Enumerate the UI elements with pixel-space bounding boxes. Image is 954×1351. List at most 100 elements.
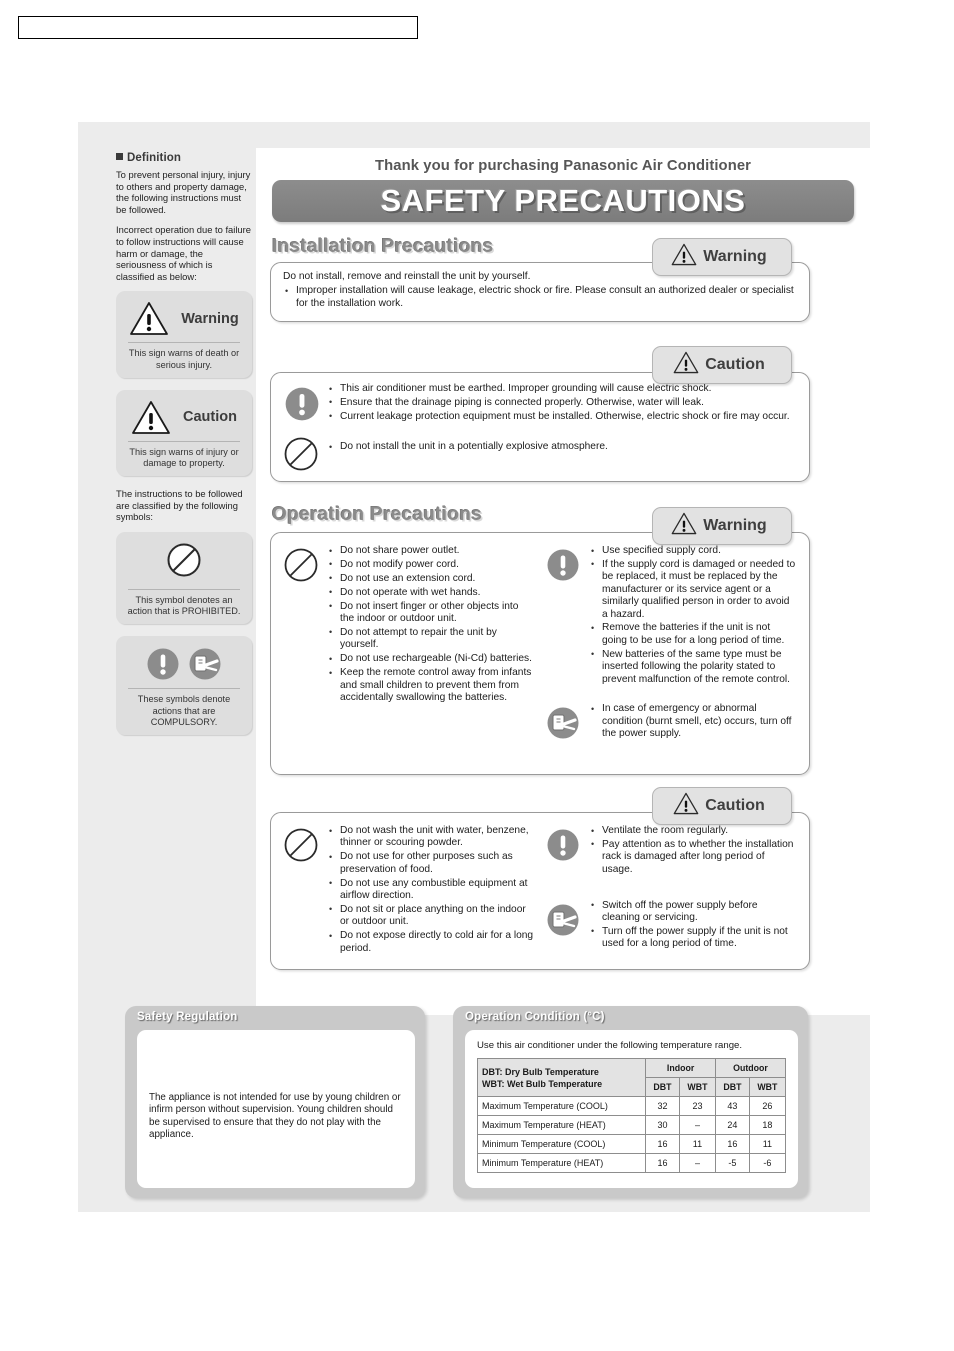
list-item: Do not operate with wet hands. (327, 586, 535, 599)
list-item: Current leakage protection equipment mus… (327, 410, 797, 423)
list-item: Ventilate the room regularly. (589, 824, 797, 837)
operation-warning-unplug-list: In case of emergency or abnormal conditi… (589, 703, 797, 742)
warning-triangle-icon (673, 792, 699, 820)
legend-prohibited-box: This symbol denotes an action that is PR… (116, 531, 252, 625)
operation-warning-unplug-row: In case of emergency or abnormal conditi… (545, 703, 797, 746)
page-title-text: SAFETY PRECAUTIONS (380, 183, 746, 218)
operation-warning-left-col: Do not share power outlet. Do not modify… (283, 544, 535, 746)
list-item: Do not expose directly to cold air for a… (327, 930, 535, 955)
row-label: Maximum Temperature (HEAT) (476, 1115, 647, 1135)
cell-value: 26 (748, 1096, 787, 1116)
cell-value: 18 (748, 1115, 787, 1135)
unplug-icon (545, 703, 589, 746)
list-item: Keep the remote control away from infant… (327, 667, 535, 704)
row-label: Minimum Temperature (HEAT) (476, 1153, 647, 1173)
table-subheader-indoor-wbt: WBT (678, 1077, 717, 1097)
operation-warning-compulsory-list: Use specified supply cord. If the supply… (589, 544, 797, 687)
list-item: Switch off the power supply before clean… (589, 899, 797, 925)
page-title: SAFETY PRECAUTIONS (272, 180, 854, 222)
list-item: If the supply cord is damaged or needed … (589, 558, 797, 621)
table-subheader-indoor-dbt: DBT (645, 1077, 680, 1097)
exclamation-circle-icon (145, 646, 181, 682)
top-form-field[interactable] (18, 16, 418, 39)
definition-line-1: DBT: Dry Bulb Temperature (482, 1066, 599, 1077)
operation-caution-prohibited-row: Do not wash the unit with water, benzene… (283, 825, 535, 957)
definition-heading: Definition (116, 152, 252, 164)
section-heading-operation: Operation Precautions (272, 504, 483, 525)
legend-compulsory-icon-row (122, 643, 246, 688)
divider (128, 440, 240, 442)
safety-regulation-heading: Safety Regulation (137, 1011, 238, 1023)
legend-warning-row: Warning (122, 298, 246, 342)
installation-caution-compulsory-list: This air conditioner must be earthed. Im… (327, 382, 797, 425)
table-definition-cell: DBT: Dry Bulb Temperature WBT: Wet Bulb … (476, 1058, 647, 1097)
cell-value: 11 (678, 1134, 717, 1154)
warning-triangle-icon (671, 512, 697, 540)
legend-caution-label: Caution (183, 409, 237, 426)
operation-warning-box: Do not share power outlet. Do not modify… (270, 532, 810, 775)
divider (128, 588, 240, 590)
cell-value: 32 (645, 1096, 680, 1116)
prohibited-icon (283, 825, 327, 868)
list-item: Do not use for other purposes such as pr… (327, 851, 535, 876)
operation-caution-box: Do not wash the unit with water, benzene… (270, 812, 810, 970)
cell-value: 30 (645, 1115, 680, 1135)
page-panel: Definition To prevent personal injury, i… (78, 122, 870, 1212)
definition-line-2: WBT: Wet Bulb Temperature (482, 1078, 603, 1089)
table-header-row: DBT: Dry Bulb Temperature WBT: Wet Bulb … (476, 1058, 786, 1097)
list-item: Do not sit or place anything on the indo… (327, 903, 535, 929)
cell-value: 23 (678, 1096, 717, 1116)
installation-caution-prohibited-row: Do not install the unit in a potentially… (283, 434, 797, 477)
cell-value: 11 (748, 1134, 787, 1154)
table-subheader-outdoor-dbt: DBT (715, 1077, 750, 1097)
installation-caution-compulsory-row: This air conditioner must be earthed. Im… (283, 382, 797, 428)
operation-caution-unplug-row: Switch off the power supply before clean… (545, 899, 797, 953)
safety-regulation-text: The appliance is not intended for use by… (149, 1092, 401, 1141)
prohibited-icon (283, 545, 327, 588)
cell-value: -6 (748, 1153, 787, 1173)
cell-value: 24 (715, 1115, 750, 1135)
legend-prohibited-icon-row (122, 539, 246, 589)
operation-caution-compulsory-list: Ventilate the room regularly. Pay attent… (589, 824, 797, 878)
legend-compulsory-box: These symbols denote actions that are CO… (116, 636, 252, 735)
list-item: Do not use any combustible equipment at … (327, 877, 535, 903)
operation-condition-note: Use this air conditioner under the follo… (477, 1040, 743, 1051)
definition-paragraph-1: To prevent personal injury, injury to ot… (116, 169, 251, 215)
row-label: Minimum Temperature (COOL) (476, 1134, 647, 1154)
bullet-square-icon (116, 153, 123, 160)
divider (128, 688, 240, 690)
badge-label: Caution (705, 797, 765, 814)
table-row: Minimum Temperature (HEAT) 16 – -5 -6 (476, 1153, 787, 1173)
list-item: Ensure that the drainage piping is conne… (327, 396, 797, 409)
badge-operation-warning: Warning (652, 507, 792, 545)
badge-operation-caution: Caution (652, 787, 792, 825)
list-item: Remove the batteries if the unit is not … (589, 622, 797, 647)
badge-label: Warning (703, 248, 767, 265)
table-row: Maximum Temperature (HEAT) 30 – 24 18 (476, 1115, 787, 1135)
list-item: Pay attention as to whether the installa… (589, 838, 797, 876)
operation-warning-prohibited-list: Do not share power outlet. Do not modify… (327, 544, 535, 706)
row-label: Maximum Temperature (COOL) (476, 1096, 647, 1116)
legend-compulsory-caption: These symbols denote actions that are CO… (137, 694, 231, 727)
table-group-indoor: Indoor (645, 1058, 717, 1078)
cell-value: 16 (645, 1153, 680, 1173)
cell-value: 43 (715, 1096, 750, 1116)
cell-value: 16 (715, 1134, 750, 1154)
list-item: Do not modify power cord. (327, 558, 535, 571)
table-row: Minimum Temperature (COOL) 16 11 16 11 (476, 1134, 787, 1154)
operation-caution-columns: Do not wash the unit with water, benzene… (283, 824, 797, 957)
cell-value: – (678, 1115, 717, 1135)
safety-regulation-box: Safety Regulation The appliance is not i… (125, 1006, 425, 1198)
operation-caution-right-col: Ventilate the room regularly. Pay attent… (545, 824, 797, 957)
exclamation-circle-icon (283, 383, 327, 428)
legend-warning-label: Warning (181, 310, 239, 327)
operation-condition-table: DBT: Dry Bulb Temperature WBT: Wet Bulb … (476, 1058, 787, 1173)
installation-caution-box: This air conditioner must be earthed. Im… (270, 372, 810, 482)
installation-caution-prohibited-list: Do not install the unit in a potentially… (327, 434, 797, 455)
thanks-line: Thank you for purchasing Panasonic Air C… (374, 158, 752, 174)
legend-caution-box: Caution This sign warns of injury or dam… (116, 389, 252, 477)
warning-triangle-icon (129, 301, 169, 336)
warning-triangle-icon (673, 351, 699, 379)
list-item: Do not wash the unit with water, benzene… (327, 825, 535, 850)
sidebar: Definition To prevent personal injury, i… (116, 152, 252, 747)
